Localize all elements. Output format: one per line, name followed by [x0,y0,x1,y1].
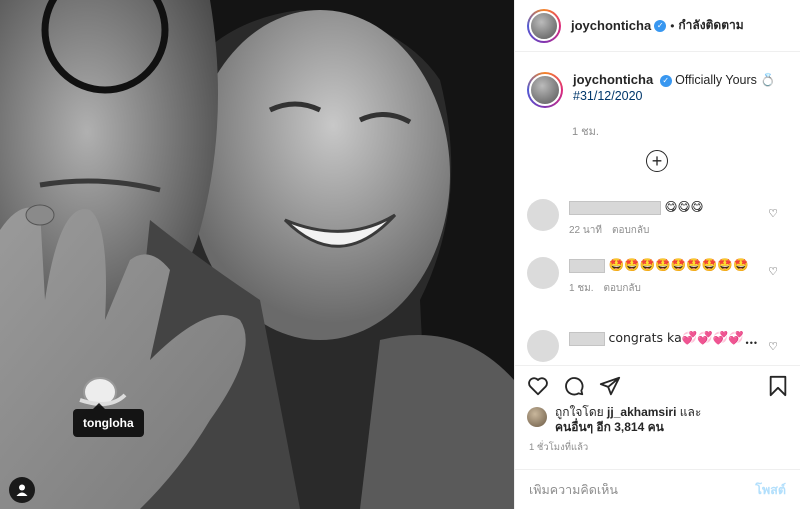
bookmark-icon[interactable] [768,375,788,397]
caption-avatar[interactable] [527,72,563,108]
liker-username[interactable]: jj_akhamsiri [607,405,676,419]
post-comment-button[interactable]: โพสต์ [755,480,786,500]
comment-username-redacted [569,331,605,346]
caption-text: joychonticha ✓ Officially Yours 💍 #31/12… [573,72,776,108]
likes-prefix: ถูกใจโดย [555,405,604,419]
comment-text: 😋😋😋 [664,199,704,214]
comment-username-redacted [569,200,661,215]
avatar[interactable] [527,8,561,43]
comment-text: 🤩🤩🤩🤩🤩🤩🤩🤩🤩 [608,257,749,272]
post-photo[interactable]: tongloha [0,0,514,509]
user-tag-label[interactable]: tongloha [73,403,144,437]
comment-input[interactable] [529,482,756,497]
heart-icon[interactable]: ♡ [768,207,778,220]
likes-others-count[interactable]: คนอื่นๆ อีก 3,814 คน [555,420,664,434]
comments-area[interactable]: joychonticha ✓ Officially Yours 💍 #31/12… [515,52,800,365]
comment-time: 1 ชม. [569,283,594,294]
likes-and: และ [679,405,702,419]
heart-icon[interactable]: ♡ [768,265,778,278]
post-side-panel: joychonticha ✓ • กำลังติดตาม joychontich… [514,0,800,509]
post-header: joychonticha ✓ • กำลังติดตาม [515,0,800,52]
reply-button[interactable]: ตอบกลับ [604,283,641,294]
verified-icon: ✓ [654,19,667,32]
comment-icon[interactable] [563,375,585,397]
instagram-post: tongloha joychonticha ✓ • กำลังติดตาม jo… [0,0,800,509]
comment-item: 😋😋😋 22 นาที ตอบกลับ ♡ [527,199,788,238]
more-options-icon[interactable]: ••• [746,338,758,348]
caption-time: 1 ชม. [572,126,599,138]
share-icon[interactable] [599,375,621,397]
verified-icon: ✓ [659,75,672,87]
comment-item: 🤩🤩🤩🤩🤩🤩🤩🤩🤩 1 ชม. ตอบกลับ ♡ [527,257,788,296]
caption-body: Officially Yours 💍 [675,73,776,87]
header-username[interactable]: joychonticha [571,18,651,33]
heart-icon[interactable] [527,375,549,397]
add-comment-bar: โพสต์ [515,469,800,509]
comment-username-redacted [569,258,605,273]
heart-icon[interactable]: ♡ [768,340,778,353]
comment-avatar[interactable] [527,199,559,231]
comment-text: congrats ka💞💞💞💞 [608,330,744,345]
caption-hashtag[interactable]: #31/12/2020 [573,89,643,103]
post-timestamp[interactable]: 1 ชั่วโมงที่แล้ว [515,441,800,469]
action-bar [515,365,800,405]
separator-dot: • [670,18,675,33]
caption: joychonticha ✓ Officially Yours 💍 #31/12… [527,72,788,108]
comment-item: congrats ka💞💞💞💞 ••• ♡ [527,330,788,362]
likes-summary: ถูกใจโดย jj_akhamsiri และ คนอื่นๆ อีก 3,… [515,405,800,441]
plus-circle-icon[interactable]: + [646,150,668,172]
reply-button[interactable]: ตอบกลับ [612,225,649,236]
caption-username[interactable]: joychonticha [573,72,653,87]
comment-avatar[interactable] [527,330,559,362]
comment-avatar[interactable] [527,257,559,289]
liker-avatar[interactable] [527,407,547,427]
following-button[interactable]: กำลังติดตาม [678,16,743,35]
user-icon[interactable] [9,477,35,503]
comment-time: 22 นาที [569,225,602,236]
